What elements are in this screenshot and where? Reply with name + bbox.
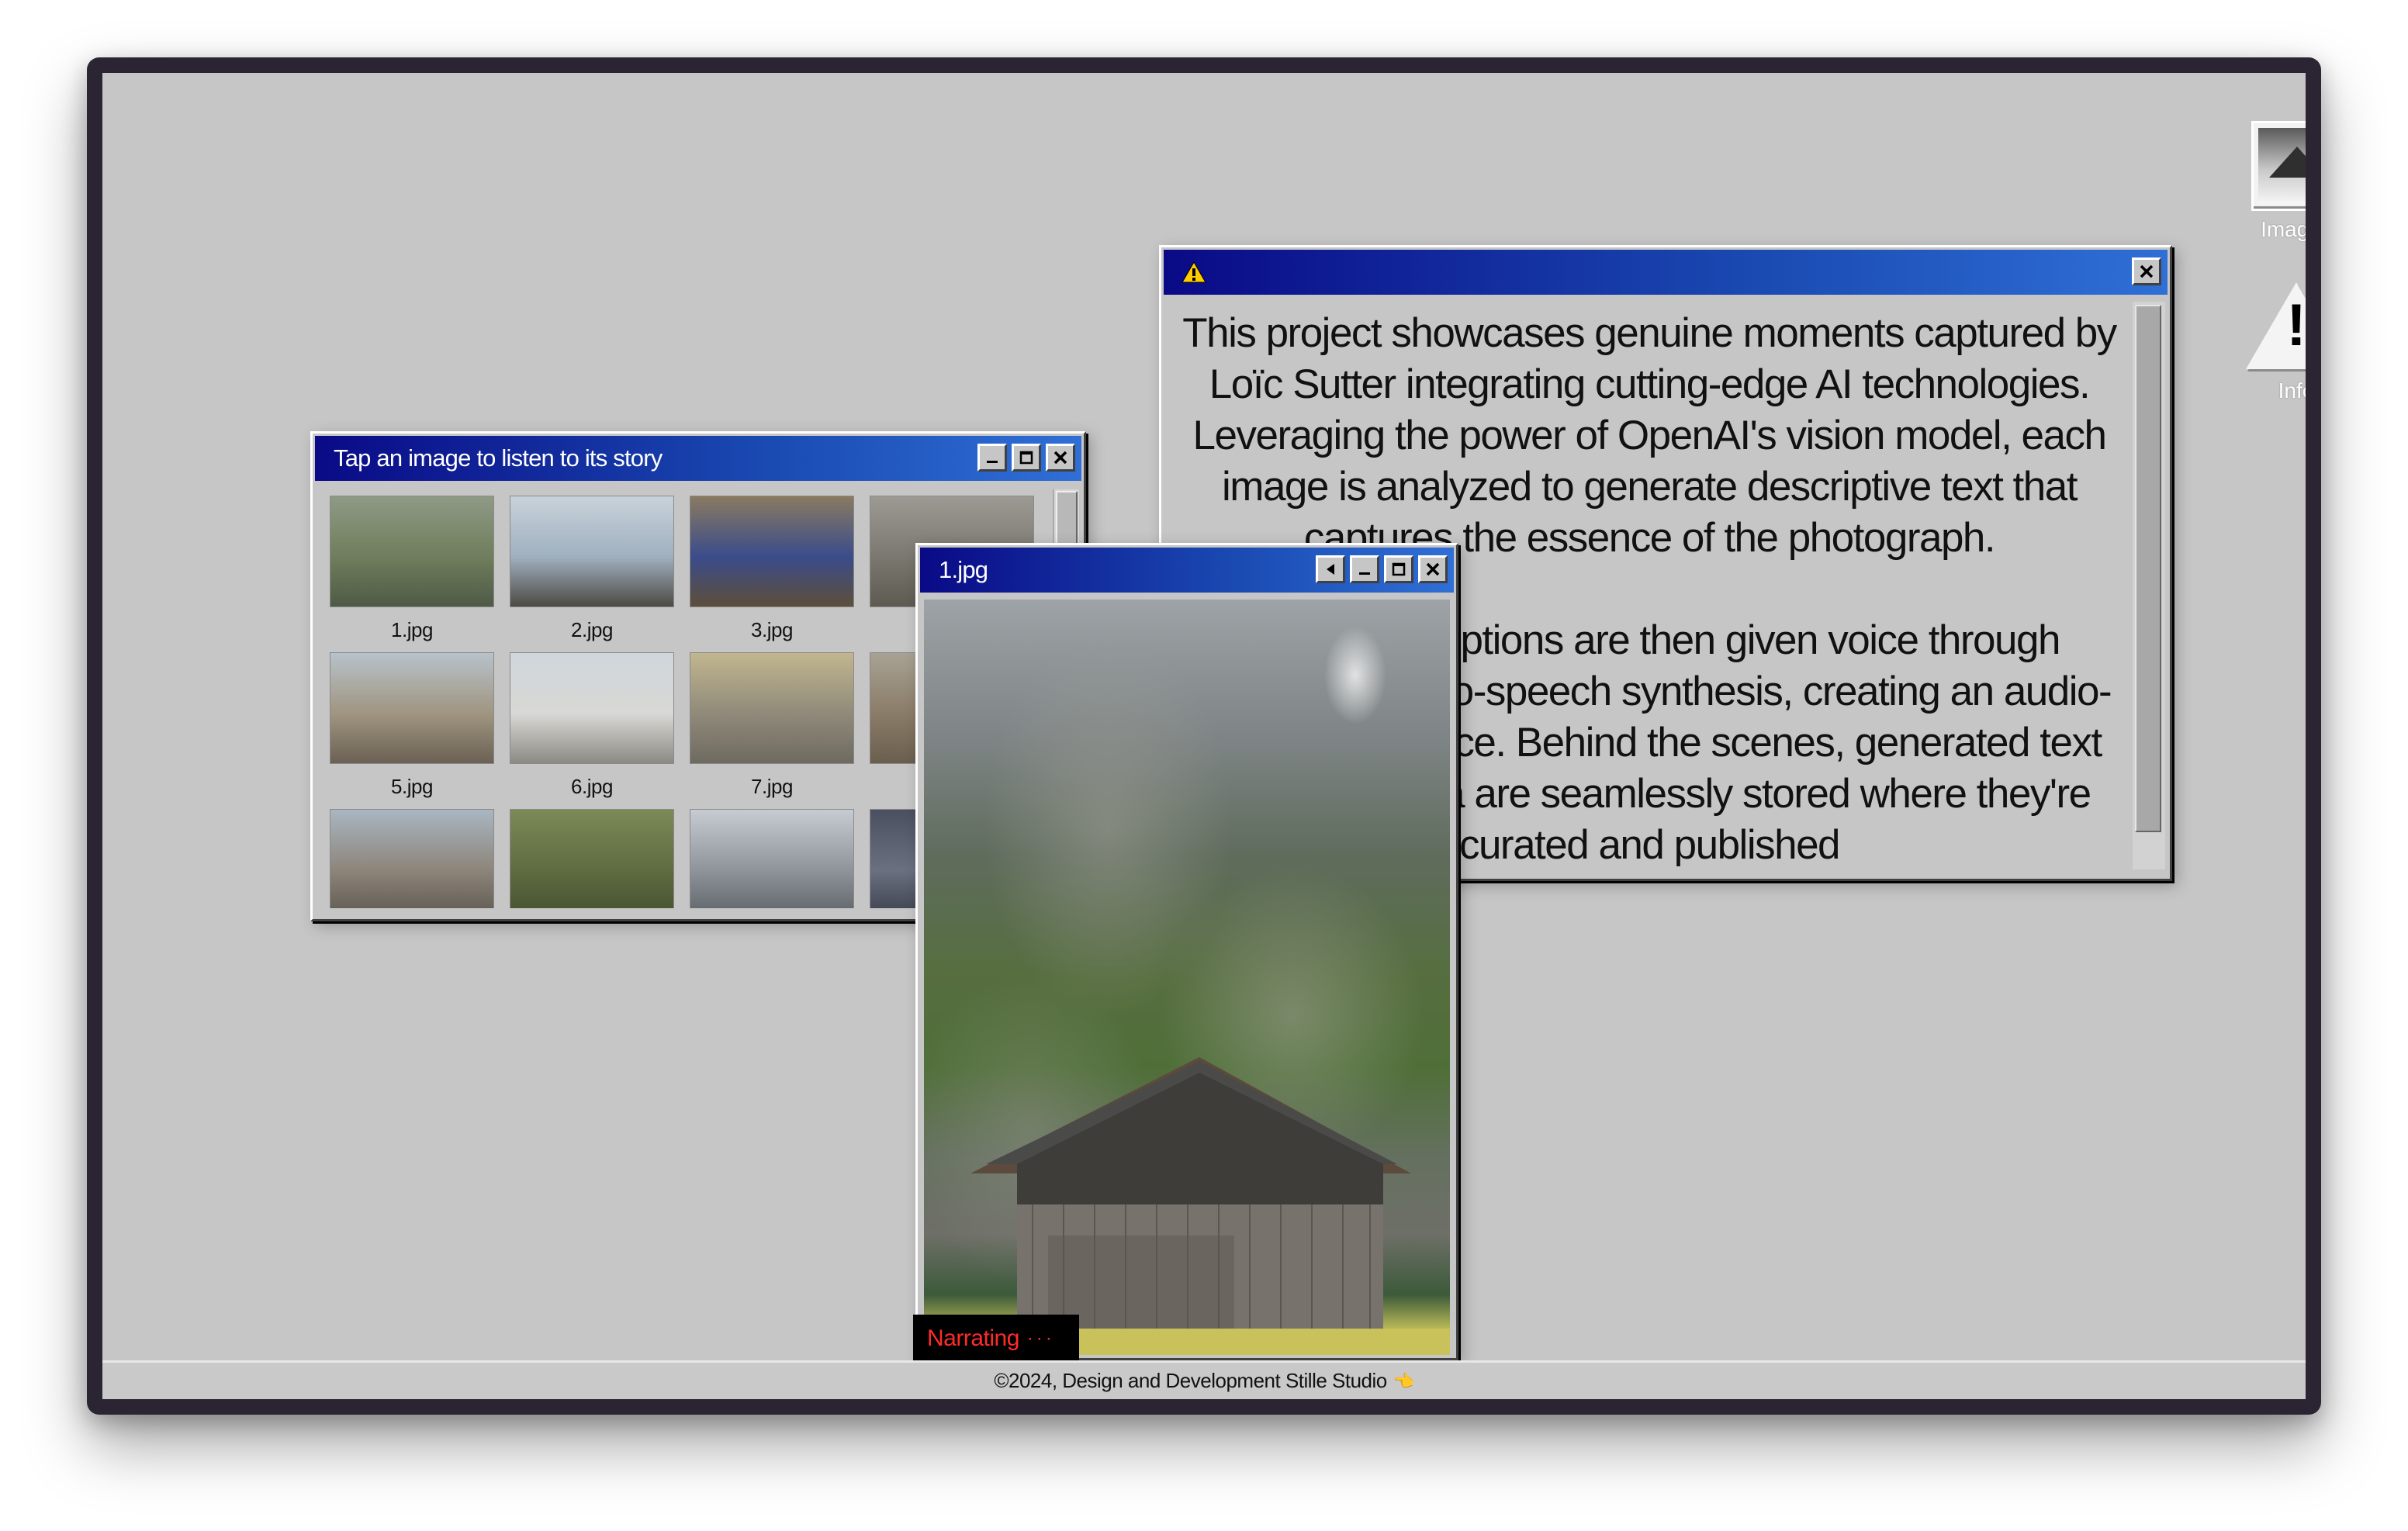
thumbnail-caption: 6.jpg bbox=[571, 775, 613, 798]
close-icon bbox=[1054, 451, 1067, 465]
scrollbar-thumb[interactable] bbox=[2135, 305, 2161, 832]
thumbnail-image[interactable] bbox=[690, 809, 854, 908]
thumbnail-item[interactable]: 6.jpg bbox=[510, 652, 674, 798]
desktop-icon-images[interactable]: Images bbox=[2234, 121, 2306, 242]
thumbnail-caption: 2.jpg bbox=[571, 618, 613, 641]
maximize-icon bbox=[1392, 562, 1406, 576]
close-button[interactable] bbox=[2132, 257, 2161, 285]
photo-titlebar[interactable]: 1.jpg bbox=[920, 548, 1454, 593]
warning-icon bbox=[1182, 261, 1206, 283]
minimize-button[interactable] bbox=[977, 444, 1007, 472]
thumbnail-image[interactable] bbox=[330, 496, 494, 607]
speaker-icon bbox=[1327, 564, 1334, 575]
barn-illustration bbox=[924, 1057, 1450, 1355]
pointing-hand-icon: 👈 bbox=[1393, 1370, 1414, 1391]
close-button[interactable] bbox=[1418, 555, 1448, 583]
close-icon bbox=[2140, 264, 2154, 278]
thumbnail-image[interactable] bbox=[690, 496, 854, 607]
desktop: Images ! Info bbox=[102, 73, 2306, 1399]
thumbnail-caption: 3.jpg bbox=[751, 618, 793, 641]
thumbnail-image[interactable] bbox=[690, 652, 854, 764]
narrating-status: Narrating ··· bbox=[913, 1315, 1079, 1363]
minimize-icon bbox=[987, 461, 998, 463]
audio-button[interactable] bbox=[1316, 555, 1345, 583]
info-paragraph-1: This project showcases genuine moments c… bbox=[1182, 310, 2117, 561]
footer-text: ©2024, Design and Development Stille Stu… bbox=[994, 1369, 1387, 1392]
desktop-icon-label: Info bbox=[2278, 378, 2306, 403]
photo-window: 1.jpg Narrating ··· bbox=[913, 543, 1458, 1363]
narrating-label: Narrating bbox=[927, 1325, 1019, 1351]
info-titlebar[interactable] bbox=[1164, 250, 2168, 295]
thumbnail-item[interactable] bbox=[690, 809, 854, 908]
thumbnail-item[interactable]: 2.jpg bbox=[510, 496, 674, 641]
close-button[interactable] bbox=[1046, 444, 1075, 472]
footer: ©2024, Design and Development Stille Stu… bbox=[102, 1360, 2306, 1399]
desktop-icon-label: Images bbox=[2261, 217, 2306, 241]
thumbnail-caption: 7.jpg bbox=[751, 775, 793, 798]
thumbnail-item[interactable]: 3.jpg bbox=[690, 496, 854, 641]
narrating-dots: ··· bbox=[1026, 1328, 1055, 1349]
maximize-button[interactable] bbox=[1012, 444, 1041, 472]
device-frame: Images ! Info bbox=[87, 57, 2321, 1415]
scrollbar[interactable] bbox=[2133, 302, 2165, 869]
thumbnail-caption: 5.jpg bbox=[391, 775, 433, 798]
close-icon bbox=[1426, 562, 1440, 576]
warning-icon: ! bbox=[2246, 282, 2306, 372]
window-title: 1.jpg bbox=[939, 556, 988, 583]
thumbnail-image[interactable] bbox=[330, 809, 494, 908]
thumbnail-item[interactable]: 1.jpg bbox=[330, 496, 494, 641]
thumbnail-image[interactable] bbox=[510, 809, 674, 908]
window-title: Tap an image to listen to its story bbox=[334, 444, 663, 472]
thumbnail-image[interactable] bbox=[510, 496, 674, 607]
thumbnail-item[interactable]: 5.jpg bbox=[330, 652, 494, 798]
thumbnail-item[interactable]: 7.jpg bbox=[690, 652, 854, 798]
thumbnail-item[interactable] bbox=[510, 809, 674, 908]
thumbnail-image[interactable] bbox=[510, 652, 674, 764]
thumbnail-image[interactable] bbox=[330, 652, 494, 764]
desktop-icon-info[interactable]: ! Info bbox=[2234, 282, 2306, 403]
maximize-button[interactable] bbox=[1384, 555, 1413, 583]
thumbnail-item[interactable] bbox=[330, 809, 494, 908]
thumbnail-caption: 1.jpg bbox=[391, 618, 433, 641]
minimize-icon bbox=[1359, 572, 1370, 575]
minimize-button[interactable] bbox=[1350, 555, 1379, 583]
maximize-icon bbox=[1019, 451, 1033, 465]
image-icon bbox=[2251, 121, 2306, 211]
gallery-titlebar[interactable]: Tap an image to listen to its story bbox=[315, 436, 1081, 481]
photo-image[interactable] bbox=[924, 600, 1450, 1355]
